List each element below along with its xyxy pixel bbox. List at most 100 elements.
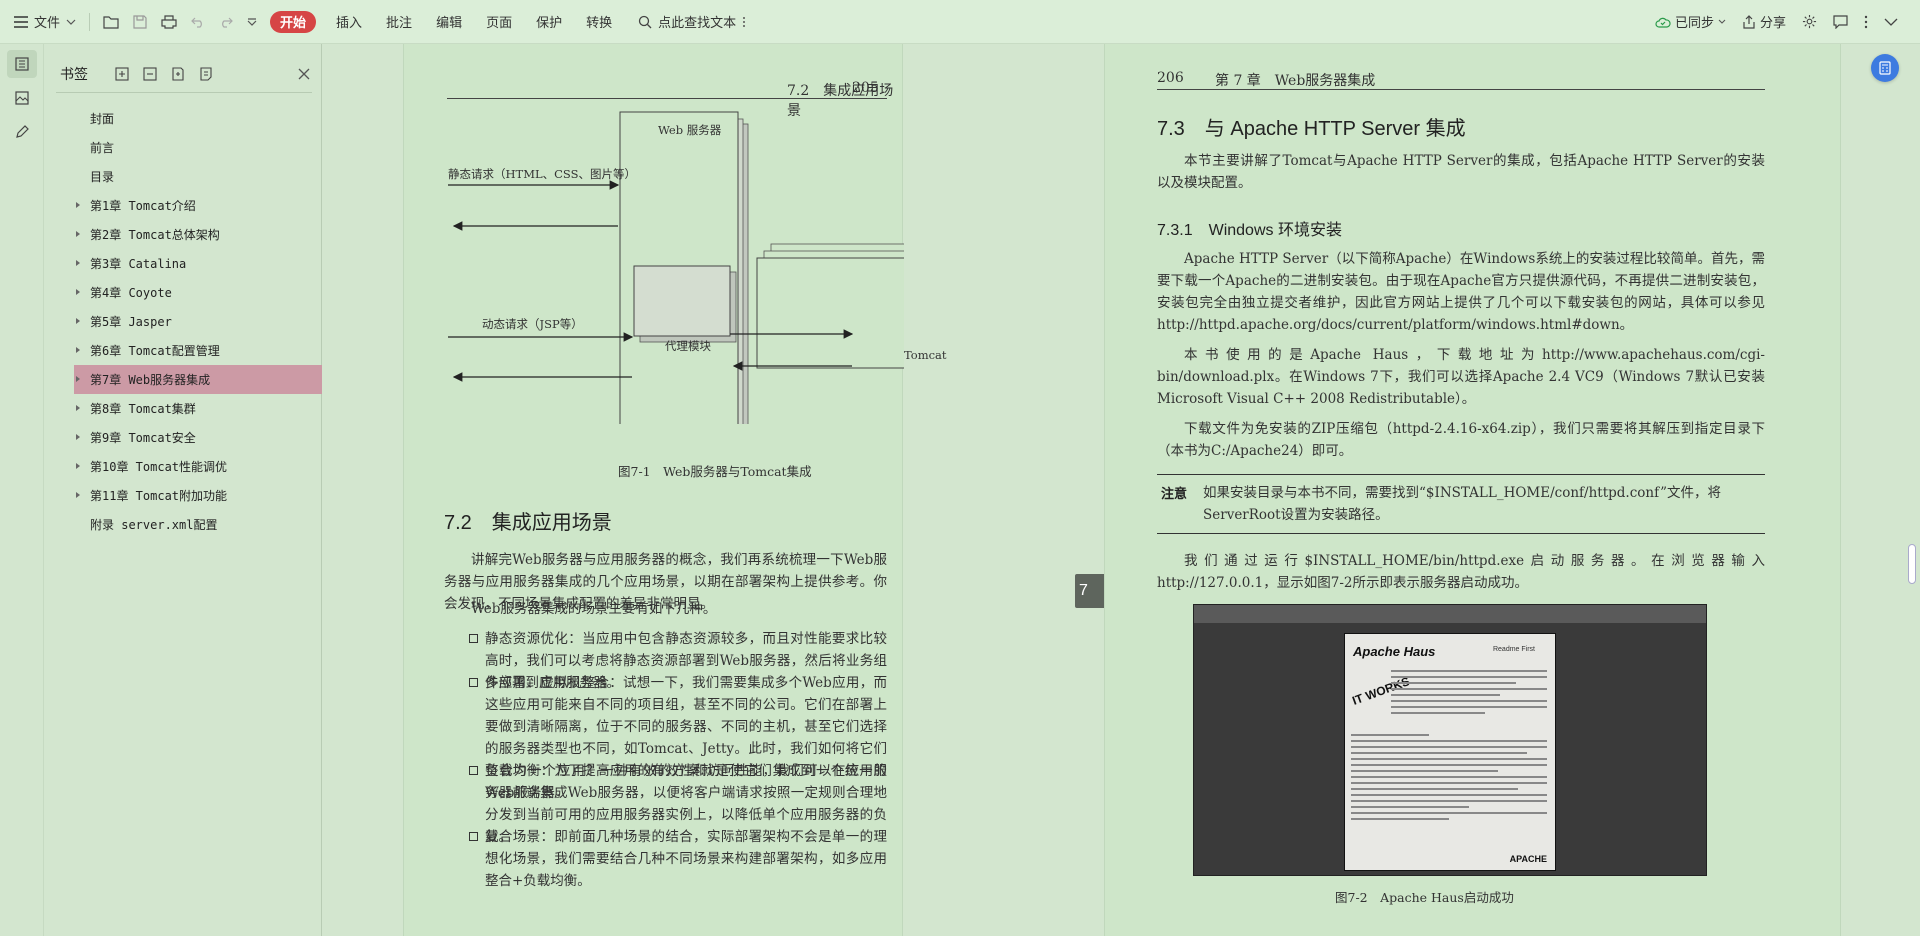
bookmark-item-label: 第6章 Tomcat配置管理 bbox=[90, 344, 220, 358]
bookmark-item[interactable]: 第5章 Jasper bbox=[74, 307, 322, 336]
figure-label-proxy: 代理模块 bbox=[665, 339, 711, 353]
tab-convert[interactable]: 转换 bbox=[574, 8, 624, 36]
figure-7-2-caption: 图7-2 Apache Haus启动成功 bbox=[1335, 890, 1514, 905]
checkbox-bullet-icon bbox=[469, 766, 478, 775]
bookmark-item[interactable]: 前言 bbox=[74, 133, 322, 162]
tab-comment[interactable]: 批注 bbox=[374, 8, 424, 36]
figure-7-1: Web 服务器 静态请求（HTML、CSS、图片等） 动态请求（JSP等） 代理… bbox=[404, 94, 947, 424]
chevron-right-icon[interactable] bbox=[74, 288, 82, 296]
collapse-ribbon-button[interactable] bbox=[1878, 8, 1904, 36]
bookmark-item[interactable]: 第6章 Tomcat配置管理 bbox=[74, 336, 322, 365]
tab-page[interactable]: 页面 bbox=[474, 8, 524, 36]
comment-panel-button[interactable] bbox=[1827, 8, 1854, 36]
sync-status-label: 已同步 bbox=[1674, 15, 1714, 30]
chevron-right-icon[interactable] bbox=[74, 317, 82, 325]
bookmark-item[interactable]: 目录 bbox=[74, 162, 322, 191]
more-options-button[interactable] bbox=[1858, 8, 1874, 36]
annotation-panel-button[interactable] bbox=[7, 118, 37, 146]
open-button[interactable] bbox=[96, 8, 126, 36]
chevron-right-icon[interactable] bbox=[74, 201, 82, 209]
redo-button[interactable] bbox=[212, 8, 240, 36]
floating-tool-button[interactable] bbox=[1871, 54, 1899, 82]
print-button[interactable] bbox=[154, 8, 184, 36]
note-tag: 注意 bbox=[1161, 486, 1188, 501]
bookmark-item[interactable]: 封面 bbox=[74, 104, 322, 133]
quick-access-dropdown[interactable] bbox=[240, 8, 264, 36]
find-text-button[interactable]: 点此查找文本 bbox=[624, 8, 753, 36]
tab-edit[interactable]: 编辑 bbox=[424, 8, 474, 36]
folder-icon bbox=[103, 15, 119, 29]
chevron-right-icon[interactable] bbox=[74, 346, 82, 354]
share-label: 分享 bbox=[1759, 15, 1786, 30]
add-bookmark-icon[interactable] bbox=[170, 66, 186, 82]
bookmark-item[interactable]: 第4章 Coyote bbox=[74, 278, 322, 307]
vertical-scrollbar-thumb[interactable] bbox=[1908, 544, 1916, 584]
sync-status-button[interactable]: 已同步 bbox=[1649, 8, 1732, 36]
paragraph-start-server: 我们通过运行$INSTALL_HOME/bin/httpd.exe启动服务器。在… bbox=[1157, 553, 1765, 591]
checkbox-bullet-icon bbox=[469, 832, 478, 841]
bookmark-panel-header: 书签 bbox=[60, 62, 312, 86]
bookmark-item[interactable]: 第10章 Tomcat性能调优 bbox=[74, 452, 322, 481]
chevron-right-icon[interactable] bbox=[74, 259, 82, 267]
subsection-7-3-1-title: 7.3.1 Windows 环境安装 bbox=[1157, 222, 1342, 239]
paragraph-download: Apache HTTP Server（以下简称Apache）在Windows系统… bbox=[1157, 251, 1765, 333]
chevron-right-icon[interactable] bbox=[74, 462, 82, 470]
chevron-down-icon bbox=[247, 17, 257, 26]
tab-insert[interactable]: 插入 bbox=[324, 8, 374, 36]
note-block: 注意 如果安装目录与本书不同，需要找到“$INSTALL_HOME/conf/h… bbox=[1157, 474, 1765, 534]
bookmark-item-label: 第10章 Tomcat性能调优 bbox=[90, 460, 228, 474]
bookmark-item[interactable]: 第11章 Tomcat附加功能 bbox=[74, 481, 322, 510]
bookmark-item[interactable]: 第3章 Catalina bbox=[74, 249, 322, 278]
bookmark-panel-title: 书签 bbox=[60, 66, 88, 82]
collapse-all-icon[interactable] bbox=[142, 66, 158, 82]
bookmark-item-label: 第9章 Tomcat安全 bbox=[90, 431, 196, 445]
bookmark-item-label: 目录 bbox=[90, 170, 115, 184]
expand-all-icon[interactable] bbox=[114, 66, 130, 82]
page-205: 7.2 集成应用场景 205 Web 服务器 静态请求（HTML、CSS、图片等… bbox=[403, 44, 947, 936]
bullet-composite: 复合场景：即前面几种场景的结合，实际部署架构不会是单一的理想化场景，我们需要结合… bbox=[469, 826, 887, 892]
apache-footer-logo: APACHE bbox=[1509, 854, 1547, 864]
bookmark-item[interactable]: 第1章 Tomcat介绍 bbox=[74, 191, 322, 220]
panel-divider bbox=[56, 92, 312, 93]
bookmark-item-label: 第11章 Tomcat附加功能 bbox=[90, 489, 228, 503]
side-rail bbox=[0, 44, 44, 936]
bookmark-item[interactable]: 第2章 Tomcat总体架构 bbox=[74, 220, 322, 249]
chevron-right-icon[interactable] bbox=[74, 375, 82, 383]
chevron-down-icon bbox=[66, 19, 76, 25]
bookmark-panel-button[interactable] bbox=[7, 50, 37, 78]
share-button[interactable]: 分享 bbox=[1736, 8, 1792, 36]
bookmark-settings-icon[interactable] bbox=[198, 66, 214, 82]
settings-button[interactable] bbox=[1796, 8, 1823, 36]
figure-7-1-caption: 图7-1 Web服务器与Tomcat集成 bbox=[618, 464, 812, 479]
section-7-2-lead: Web服务器集成的场景主要有如下几种。 bbox=[471, 601, 717, 617]
bookmark-item-label: 第4章 Coyote bbox=[90, 286, 172, 300]
bookmark-item[interactable]: 第8章 Tomcat集群 bbox=[74, 394, 322, 423]
paragraph-apache-haus: 本书使用的是Apache Haus，下载地址为http://www.apache… bbox=[1157, 347, 1765, 407]
checkbox-bullet-icon bbox=[469, 634, 478, 643]
readme-first-label: Readme First bbox=[1492, 646, 1535, 653]
page-header-title: 第 7 章 Web服务器集成 bbox=[1215, 73, 1376, 89]
page-206: 206 第 7 章 Web服务器集成 7.3 与 Apache HTTP Ser… bbox=[1104, 44, 1841, 936]
tab-protect[interactable]: 保护 bbox=[524, 8, 574, 36]
chevron-right-icon[interactable] bbox=[74, 433, 82, 441]
thumbnail-panel-button[interactable] bbox=[7, 84, 37, 112]
chevron-right-icon[interactable] bbox=[74, 230, 82, 238]
section-7-2-title: 7.2 集成应用场景 bbox=[444, 512, 612, 534]
bookmark-item[interactable]: 第9章 Tomcat安全 bbox=[74, 423, 322, 452]
page-text-lines bbox=[1351, 734, 1547, 824]
undo-button[interactable] bbox=[184, 8, 212, 36]
figure-label-dynamic-request: 动态请求（JSP等） bbox=[482, 317, 583, 331]
tab-start[interactable]: 开始 bbox=[270, 10, 317, 33]
checkbox-bullet-icon bbox=[469, 678, 478, 687]
save-button[interactable] bbox=[126, 8, 154, 36]
file-menu[interactable]: 文件 bbox=[0, 8, 83, 36]
bookmark-item-label: 第1章 Tomcat介绍 bbox=[90, 199, 196, 213]
close-icon[interactable] bbox=[296, 66, 312, 82]
chevron-right-icon[interactable] bbox=[74, 404, 82, 412]
bookmark-item[interactable]: 附录 server.xml配置 bbox=[74, 510, 322, 539]
printer-icon bbox=[161, 14, 177, 29]
document-viewport[interactable]: 7.2 集成应用场景 205 Web 服务器 静态请求（HTML、CSS、图片等… bbox=[323, 44, 1920, 936]
bookmark-item[interactable]: 第7章 Web服务器集成 bbox=[74, 365, 322, 394]
search-icon bbox=[638, 15, 652, 28]
chevron-right-icon[interactable] bbox=[74, 491, 82, 499]
